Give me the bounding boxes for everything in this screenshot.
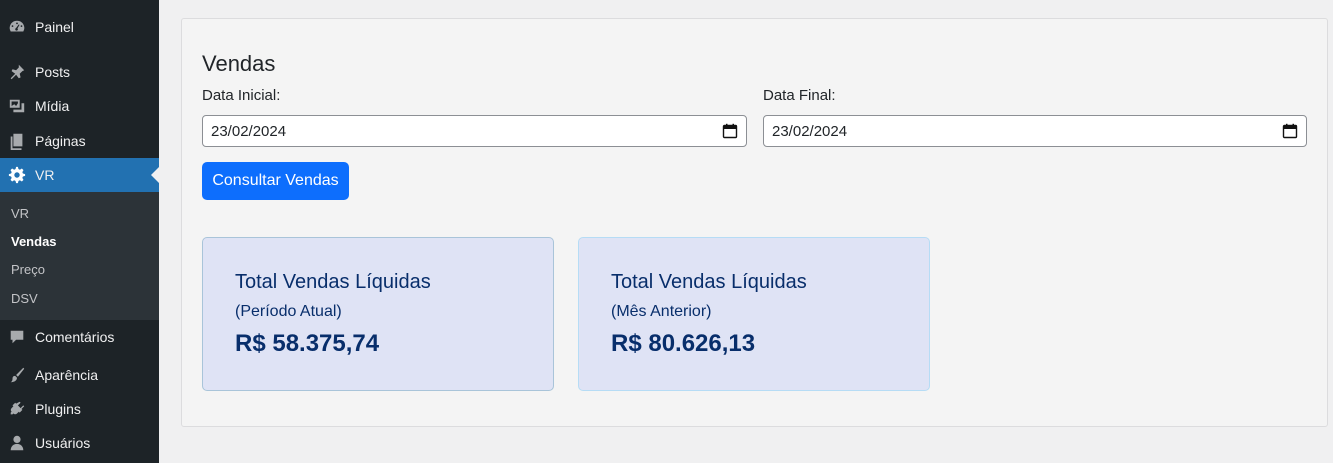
- card-value: R$ 58.375,74: [235, 330, 380, 357]
- admin-sidebar: Painel Posts Mídia Páginas VR VR Vendas …: [0, 0, 159, 463]
- sidebar-item-label: Posts: [35, 64, 71, 80]
- card-subtitle: (Mês Anterior): [611, 303, 712, 320]
- sidebar-item-label: VR: [35, 167, 55, 183]
- user-icon: [7, 433, 27, 453]
- brush-icon: [7, 365, 27, 385]
- consultar-vendas-button[interactable]: Consultar Vendas: [202, 162, 349, 200]
- end-date-value: 23/02/2024: [772, 122, 848, 140]
- sidebar-item-label: Plugins: [35, 401, 81, 417]
- sidebar-item-plugins[interactable]: Plugins: [0, 392, 159, 426]
- start-date-label: Data Inicial:: [202, 87, 281, 104]
- sidebar-item-aparencia[interactable]: Aparência: [0, 358, 159, 392]
- sidebar-item-label: Comentários: [35, 329, 115, 345]
- calendar-icon[interactable]: [722, 123, 738, 139]
- comment-icon: [7, 327, 27, 347]
- card-value: R$ 80.626,13: [611, 330, 756, 357]
- sidebar-item-label: Painel: [35, 19, 74, 35]
- sidebar-item-label: Páginas: [35, 133, 86, 149]
- page-title: Vendas: [202, 51, 276, 76]
- end-date-label: Data Final:: [763, 87, 836, 104]
- submenu-vr: VR Vendas Preço DSV: [0, 192, 159, 320]
- end-date-input[interactable]: 23/02/2024: [763, 115, 1307, 147]
- sales-card-previous: Total Vendas Líquidas (Mês Anterior) R$ …: [578, 237, 930, 391]
- sidebar-item-midia[interactable]: Mídia: [0, 89, 159, 123]
- plug-icon: [7, 399, 27, 419]
- card-title: Total Vendas Líquidas: [611, 271, 807, 293]
- pages-icon: [7, 131, 27, 151]
- gear-icon: [7, 165, 27, 185]
- sidebar-item-painel[interactable]: Painel: [0, 10, 159, 44]
- sidebar-item-label: Usuários: [35, 435, 91, 451]
- pin-icon: [7, 62, 27, 82]
- sidebar-item-paginas[interactable]: Páginas: [0, 124, 159, 158]
- media-icon: [7, 96, 27, 116]
- submenu-item-vendas[interactable]: Vendas: [11, 234, 57, 249]
- submenu-item-vr[interactable]: VR: [11, 206, 29, 221]
- sidebar-item-usuarios[interactable]: Usuários: [0, 426, 159, 460]
- vendas-panel: Vendas Data Inicial: 23/02/2024 Data Fin…: [181, 18, 1328, 427]
- sidebar-item-label: Mídia: [35, 98, 70, 114]
- sales-card-current: Total Vendas Líquidas (Período Atual) R$…: [202, 237, 554, 391]
- sidebar-item-label: Aparência: [35, 367, 99, 383]
- dashboard-icon: [7, 17, 27, 37]
- sidebar-item-vr[interactable]: VR: [0, 158, 159, 192]
- sidebar-item-posts[interactable]: Posts: [0, 55, 159, 89]
- start-date-input[interactable]: 23/02/2024: [202, 115, 747, 147]
- sidebar-item-comentarios[interactable]: Comentários: [0, 320, 159, 354]
- submenu-item-preco[interactable]: Preço: [11, 262, 45, 277]
- start-date-value: 23/02/2024: [211, 122, 287, 140]
- card-subtitle: (Período Atual): [235, 303, 342, 320]
- calendar-icon[interactable]: [1282, 123, 1298, 139]
- submenu-item-dsv[interactable]: DSV: [11, 291, 38, 306]
- card-title: Total Vendas Líquidas: [235, 271, 431, 293]
